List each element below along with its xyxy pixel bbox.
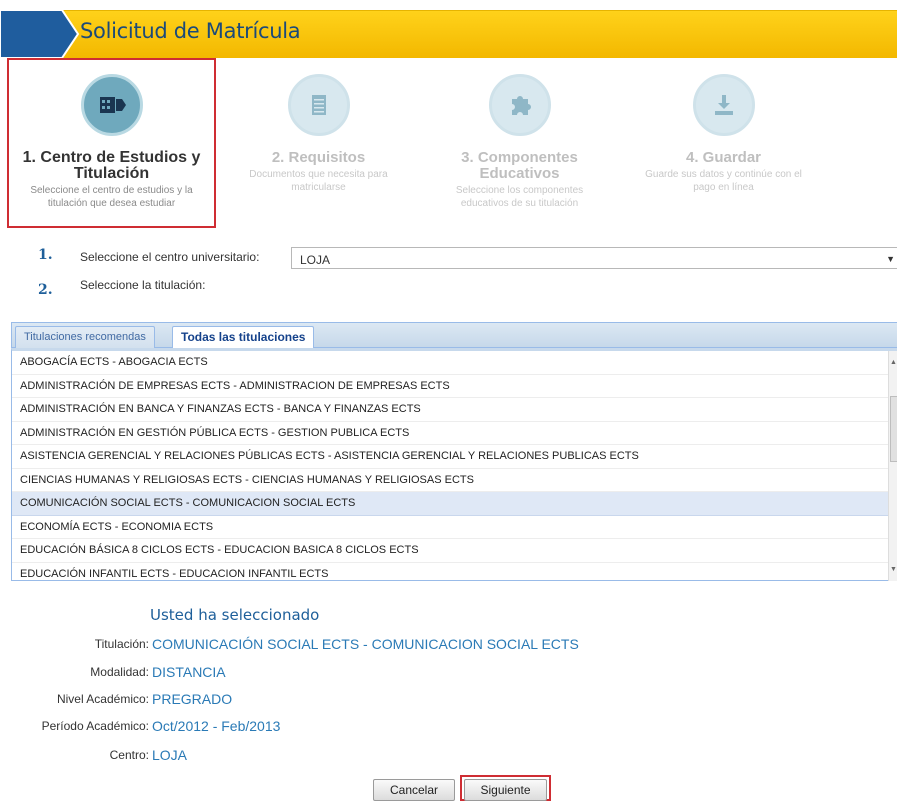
scroll-up-icon[interactable]: ▲ xyxy=(890,359,897,366)
tab-titulaciones-recomendadas[interactable]: Titulaciones recomendas xyxy=(15,326,155,349)
building-icon xyxy=(99,97,126,113)
list-item[interactable]: ABOGACÍA ECTS - ABOGACIA ECTS xyxy=(12,351,888,375)
step-2[interactable]: 2. Requisitos Documentos que necesita pa… xyxy=(216,74,421,194)
document-icon xyxy=(311,95,326,115)
step-2-title-line1: 2. Requisitos xyxy=(271,149,366,166)
list-item[interactable]: COMUNICACIÓN SOCIAL ECTS - COMUNICACION … xyxy=(12,492,888,516)
chevron-down-icon[interactable]: ▼ xyxy=(886,254,895,264)
tab-todas-titulaciones[interactable]: Todas las titulaciones xyxy=(172,326,315,350)
page-title: Solicitud de Matrícula xyxy=(80,19,301,43)
step-3[interactable]: 3. Componentes Educativos Seleccione los… xyxy=(417,74,622,210)
summary-centro-value: LOJA xyxy=(152,747,188,763)
list-scrollbar[interactable]: ▲ ▼ xyxy=(888,351,897,581)
centro-select[interactable]: LOJA ▼ xyxy=(291,247,897,269)
step-1-title-line2: Titulación xyxy=(73,165,150,182)
step-4-desc-line1: Guarde sus datos y continúe con el xyxy=(645,169,802,180)
step-2-desc-line2: matricularse xyxy=(291,182,346,193)
scrollbar-thumb[interactable] xyxy=(890,396,897,462)
summary-nivel-value: PREGRADO xyxy=(152,691,233,707)
step-2-desc-line1: Documentos que necesita para xyxy=(249,169,388,180)
step-number-1: 1. xyxy=(38,247,53,263)
step-1-desc-line2: titulación que desea estudiar xyxy=(47,198,176,209)
summary-modalidad-label: Modalidad: xyxy=(90,665,149,679)
list-item[interactable]: ADMINISTRACIÓN DE EMPRESAS ECTS - ADMINI… xyxy=(12,375,888,398)
step-number-2: 2. xyxy=(38,282,53,298)
step-1[interactable]: 1. Centro de Estudios y Titulación Selec… xyxy=(9,74,214,210)
step-3-title-line1: 3. Componentes xyxy=(461,149,578,166)
next-button[interactable]: Siguiente xyxy=(464,779,547,801)
titulacion-label: Seleccione la titulación: xyxy=(80,278,206,292)
header-banner: Solicitud de Matrícula xyxy=(0,0,897,58)
step-4-title-line1: 4. Guardar xyxy=(685,149,762,166)
list-item[interactable]: CIENCIAS HUMANAS Y RELIGIOSAS ECTS - CIE… xyxy=(12,469,888,492)
scroll-down-icon[interactable]: ▼ xyxy=(890,566,897,573)
list-item[interactable]: ECONOMÍA ECTS - ECONOMIA ECTS xyxy=(12,516,888,539)
step-1-desc-line1: Seleccione el centro de estudios y la xyxy=(30,185,193,196)
summary-periodo-value: Oct/2012 - Feb/2013 xyxy=(152,718,281,734)
step-3-title-line2: Educativos xyxy=(479,165,560,182)
summary-centro-label: Centro: xyxy=(109,748,149,762)
titulaciones-list[interactable]: ABOGACÍA ECTS - ABOGACIA ECTS ADMINISTRAC… xyxy=(11,348,897,581)
summary-nivel-label: Nivel Académico: xyxy=(56,692,149,706)
list-item[interactable]: EDUCACIÓN INFANTIL ECTS - EDUCACION INFA… xyxy=(12,563,888,581)
header-arrow-icon xyxy=(0,9,80,58)
summary-titulacion-value: COMUNICACIÓN SOCIAL ECTS - COMUNICACION … xyxy=(152,636,579,652)
step-3-desc-line2: educativos de su titulación xyxy=(460,198,579,209)
summary-modalidad-value: DISTANCIA xyxy=(152,664,226,680)
step-3-desc-line1: Seleccione los componentes xyxy=(455,185,584,196)
list-item[interactable]: ADMINISTRACIÓN EN BANCA Y FINANZAS ECTS … xyxy=(12,398,888,422)
list-item[interactable]: EDUCACIÓN BÁSICA 8 CICLOS ECTS - EDUCACI… xyxy=(12,539,888,563)
puzzle-icon xyxy=(511,96,531,115)
step-1-title-line1: 1. Centro de Estudios y xyxy=(22,149,201,166)
step-2-circle xyxy=(287,74,350,136)
step-4[interactable]: 4. Guardar Guarde sus datos y continúe c… xyxy=(621,74,826,194)
step-3-circle xyxy=(488,74,551,136)
cancel-button[interactable]: Cancelar xyxy=(373,779,455,801)
list-item[interactable]: ASISTENCIA GERENCIAL Y RELACIONES PÚBLIC… xyxy=(12,445,888,469)
summary-title: Usted ha seleccionado xyxy=(150,606,320,624)
summary-periodo-label: Período Académico: xyxy=(41,719,149,733)
centro-label: Seleccione el centro universitario: xyxy=(80,250,260,264)
step-4-desc-line2: pago en línea xyxy=(693,182,754,193)
step-4-circle xyxy=(692,74,755,136)
download-icon xyxy=(714,95,733,115)
summary-titulacion-label: Titulación: xyxy=(94,637,149,651)
list-item[interactable]: ADMINISTRACIÓN EN GESTIÓN PÚBLICA ECTS -… xyxy=(12,422,888,445)
centro-select-value: LOJA xyxy=(300,253,331,267)
titulaciones-tabstrip: Titulaciones recomendas Todas las titula… xyxy=(11,322,897,350)
step-1-circle xyxy=(80,74,143,136)
